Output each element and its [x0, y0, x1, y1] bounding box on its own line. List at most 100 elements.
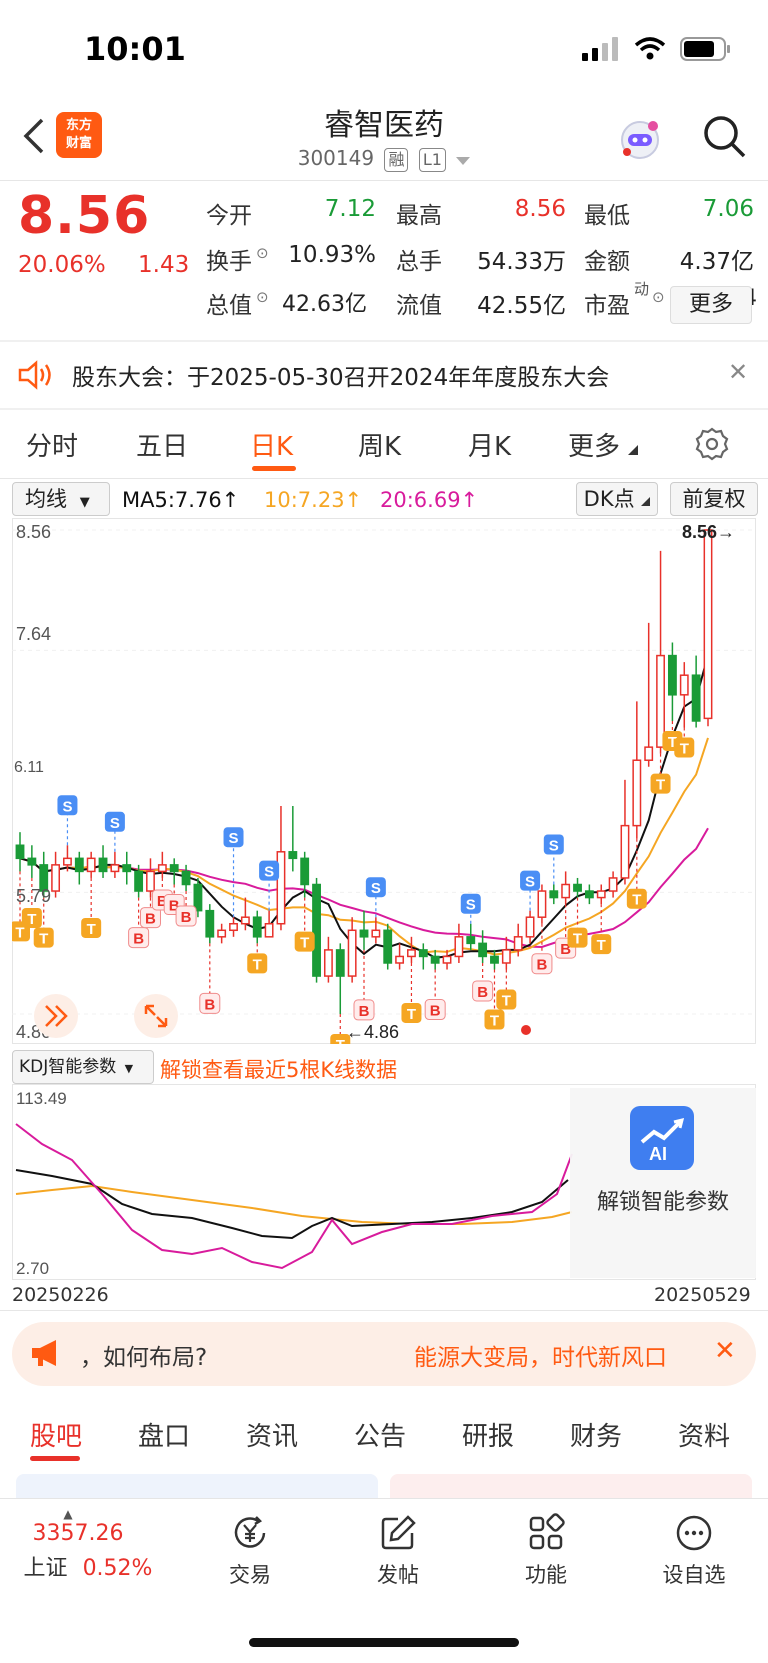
tab-week-k[interactable]: 周K [358, 426, 401, 463]
ma10-value: 10:7.23↑ [264, 488, 363, 512]
candlestick-chart[interactable]: SSSSSSSSBBBBBBBBBBBTTTTTTTTTTTTTTTT 8.56… [12, 518, 756, 1044]
candle [418, 943, 428, 970]
battery-icon [680, 37, 730, 61]
status-time: 10:01 [84, 30, 186, 68]
kdj-unlock-link[interactable]: 解锁查看最近5根K线数据 [160, 1054, 397, 1084]
x-axis-start-date: 20250226 [12, 1284, 109, 1306]
t-marker[interactable]: T [650, 753, 671, 794]
t-marker[interactable]: T [12, 871, 30, 941]
candle [157, 851, 167, 878]
buy-marker[interactable]: B [353, 949, 375, 1021]
svg-text:S: S [371, 880, 381, 897]
kdj-j-line [15, 1123, 573, 1270]
candle [537, 884, 547, 924]
stat-value: 7.06 [702, 196, 754, 222]
t-marker[interactable]: T [496, 969, 517, 1010]
buy-marker[interactable]: B [199, 943, 221, 1014]
nav-post[interactable]: 发帖 [338, 1513, 458, 1589]
fullscreen-button[interactable] [134, 994, 178, 1038]
sell-marker[interactable]: S [520, 870, 541, 911]
t-marker[interactable]: T [247, 943, 268, 974]
stat-label: 最高 [396, 203, 442, 229]
sell-marker[interactable]: S [104, 811, 125, 852]
adjust-price-button[interactable]: 前复权 [670, 482, 758, 516]
promo-left-text[interactable]: ，如何布局? [80, 1338, 207, 1372]
y-tick-label: 8.56 [16, 522, 51, 542]
tab-day-k[interactable]: 日K [250, 426, 293, 463]
tab-finance[interactable]: 财务 [570, 1416, 622, 1453]
candle [383, 923, 393, 970]
tab-announcements[interactable]: 公告 [354, 1416, 406, 1453]
candle [51, 851, 61, 898]
t-marker[interactable]: T [401, 962, 422, 1023]
ai-assistant-robot-icon[interactable] [614, 112, 666, 164]
sell-marker[interactable]: S [57, 795, 78, 846]
buy-marker[interactable]: B [424, 969, 446, 1021]
kdj-select[interactable]: KDJ智能参数 ▼ [12, 1050, 154, 1084]
candle [15, 832, 25, 872]
tab-more[interactable]: 更多 [568, 426, 639, 463]
kdj-row: KDJ智能参数 ▼ 解锁查看最近5根K线数据 [12, 1048, 758, 1084]
buy-marker[interactable]: B [472, 962, 494, 1002]
tab-guba[interactable]: 股吧 [30, 1416, 82, 1453]
tab-more-label: 更多 [568, 432, 621, 462]
svg-text:T: T [253, 956, 262, 973]
svg-text:S: S [466, 897, 476, 914]
notice-text[interactable]: 股东大会：于2025-05-30召开2024年年度股东大会 [72, 358, 609, 392]
nav-post-label: 发帖 [377, 1563, 419, 1587]
candle [264, 910, 274, 938]
dk-point-button[interactable]: DK点 [576, 482, 658, 516]
sell-marker[interactable]: S [543, 834, 564, 885]
index-widget[interactable]: ▲ 3357.26 上证 0.52% [0, 1507, 176, 1582]
svg-text:S: S [229, 830, 239, 847]
indicator-select[interactable]: 均线 ▼ [12, 482, 110, 516]
promo-right-text[interactable]: 能源大变局，时代新风口 [414, 1338, 667, 1372]
t-marker[interactable]: T [294, 897, 315, 952]
sell-marker[interactable]: S [259, 860, 280, 911]
search-icon[interactable] [700, 112, 748, 160]
promo-close-icon[interactable]: ✕ [714, 1336, 736, 1366]
info-dots-icon[interactable]: ⊙ [256, 288, 269, 306]
candle [561, 871, 571, 905]
nav-functions[interactable]: 功能 [486, 1513, 606, 1589]
sell-marker[interactable]: S [460, 893, 481, 924]
kdj-y-tick-bottom: 2.70 [16, 1259, 49, 1278]
ai-unlock-panel[interactable]: AI 解锁智能参数 [570, 1088, 756, 1278]
tab-research[interactable]: 研报 [462, 1416, 514, 1453]
tab-intraday[interactable]: 分时 [26, 426, 78, 463]
chart-settings-gear-icon[interactable] [694, 426, 730, 466]
tab-month-k[interactable]: 月K [468, 426, 511, 463]
candle [347, 917, 357, 983]
tab-profile[interactable]: 资料 [678, 1416, 730, 1453]
nav-add-watchlist[interactable]: 设自选 [634, 1513, 754, 1589]
stat-label: 换手 [206, 249, 252, 275]
stat-value: 8.56 [514, 196, 566, 222]
t-marker[interactable]: T [81, 877, 102, 938]
more-quote-button[interactable]: 更多 [670, 286, 752, 324]
candle [466, 923, 476, 950]
notice-close-icon[interactable]: ✕ [728, 358, 748, 386]
corner-caret-icon [641, 497, 651, 506]
t-marker[interactable]: T [567, 897, 588, 948]
nav-trade[interactable]: 交易 [190, 1513, 310, 1589]
tab-five-day[interactable]: 五日 [136, 426, 188, 463]
ai-unlock-label: 解锁智能参数 [596, 1190, 729, 1215]
svg-text:T: T [597, 937, 606, 954]
tab-news[interactable]: 资讯 [246, 1416, 298, 1453]
more-dots-circle-icon [676, 1515, 712, 1551]
candle [169, 858, 179, 885]
candle [205, 904, 215, 944]
sell-marker[interactable]: S [223, 827, 244, 918]
expand-chart-button[interactable] [34, 994, 78, 1038]
price-change-pct: 20.06% [18, 252, 106, 278]
candle [74, 851, 84, 885]
info-dots-icon[interactable]: ⊙ [652, 288, 665, 306]
candle [359, 910, 369, 950]
svg-text:T: T [336, 1037, 345, 1044]
svg-text:B: B [537, 957, 548, 974]
svg-text:T: T [502, 993, 511, 1010]
buy-marker[interactable]: B [531, 923, 553, 975]
dropdown-caret-icon: ▼ [79, 495, 90, 510]
candle [27, 845, 37, 878]
tab-pankou[interactable]: 盘口 [138, 1416, 190, 1453]
